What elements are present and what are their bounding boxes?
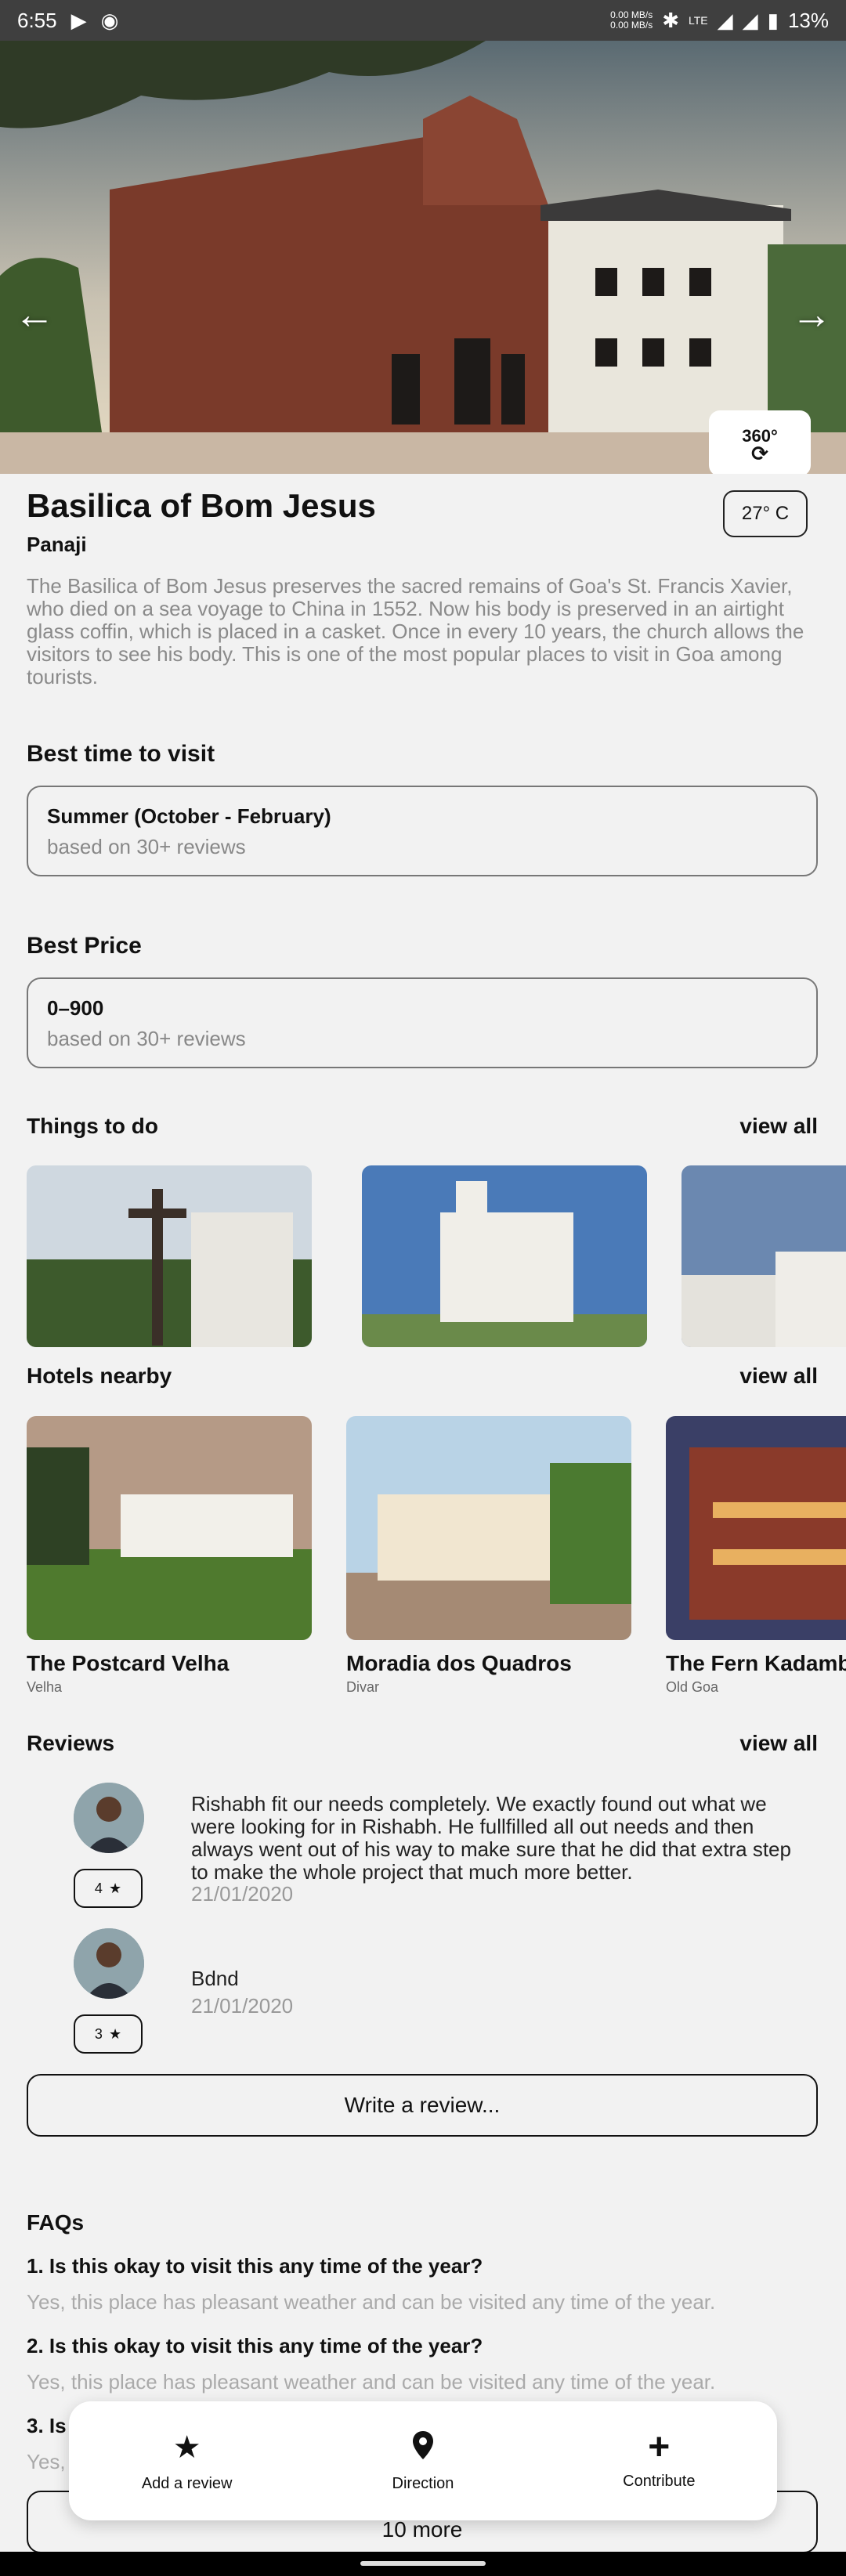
previous-image-arrow-icon[interactable]: ← xyxy=(14,291,55,338)
thing-to-do-card[interactable] xyxy=(682,1165,846,1347)
review-text: Bdnd xyxy=(191,1967,239,1990)
faq-question: 1. Is this okay to visit this any time o… xyxy=(27,2254,483,2278)
faqs-heading: FAQs xyxy=(27,2210,85,2235)
faq-answer: Yes, this place has pleasant weather and… xyxy=(27,2290,716,2314)
status-bar: 6:55 ▶ ◉ 0.00 MB/s 0.00 MB/s ✱ LTE ◢ ◢ ▮ … xyxy=(0,0,846,41)
star-icon: ★ xyxy=(172,2430,201,2465)
bluetooth-icon: ✱ xyxy=(662,8,679,32)
rating-badge: 3 ★ xyxy=(74,2014,143,2054)
reviews-view-all-link[interactable]: view all xyxy=(739,1731,818,1756)
contribute-action[interactable]: + Contribute xyxy=(580,2426,737,2491)
hotels-view-all-link[interactable]: view all xyxy=(739,1364,818,1389)
faq-answer: Yes, xyxy=(27,2450,66,2473)
star-icon: ★ xyxy=(108,2025,122,2042)
write-review-button[interactable]: Write a review... xyxy=(27,2074,818,2137)
best-price-value: 0–900 xyxy=(47,996,104,1020)
faq-question: 3. Is xyxy=(27,2414,67,2437)
direction-action[interactable]: Direction xyxy=(345,2430,501,2493)
hero-image: ← → 360° ⟳ xyxy=(0,41,846,474)
hotel-card-image[interactable] xyxy=(666,1416,846,1640)
hotel-name[interactable]: The Fern Kadambari xyxy=(666,1651,846,1676)
place-city: Panaji xyxy=(27,533,87,556)
hotel-card-image[interactable] xyxy=(346,1416,631,1640)
signal-icon-2: ◢ xyxy=(742,8,758,32)
things-to-do-view-all-link[interactable]: view all xyxy=(739,1114,818,1139)
network-speed: 0.00 MB/s 0.00 MB/s xyxy=(610,9,653,31)
hotel-location: Velha xyxy=(27,1679,63,1695)
hotel-name[interactable]: The Postcard Velha xyxy=(27,1651,229,1676)
hotel-location: Divar xyxy=(346,1679,380,1695)
plus-icon: + xyxy=(648,2426,671,2468)
review-date: 21/01/2020 xyxy=(191,1882,294,1906)
hotel-location: Old Goa xyxy=(666,1679,719,1695)
place-description: The Basilica of Bom Jesus preserves the … xyxy=(27,574,804,688)
best-price-card: 0–900 based on 30+ reviews xyxy=(27,977,818,1068)
battery-level: 13% xyxy=(787,8,829,32)
best-time-value: Summer (October - February) xyxy=(47,804,331,828)
youtube-icon: ▶ xyxy=(70,8,87,32)
temperature-badge: 27° C xyxy=(723,490,808,537)
reviews-heading: Reviews xyxy=(27,1731,115,1755)
network-type: LTE xyxy=(689,14,708,27)
best-price-heading: Best Price xyxy=(27,933,142,959)
place-title: Basilica of Bom Jesus xyxy=(27,487,376,524)
view-360-button[interactable]: 360° ⟳ xyxy=(709,410,811,474)
bottom-action-bar: ★ Add a review Direction + Contribute xyxy=(69,2401,777,2520)
things-to-do-heading: Things to do xyxy=(27,1114,158,1138)
thing-to-do-card[interactable] xyxy=(27,1165,312,1347)
reviews-header: Reviews view all xyxy=(27,1731,818,1756)
add-review-action[interactable]: ★ Add a review xyxy=(109,2430,266,2493)
next-image-arrow-icon[interactable]: → xyxy=(791,291,832,338)
battery-icon: ▮ xyxy=(767,8,779,32)
location-pin-icon xyxy=(411,2430,435,2466)
faq-answer: Yes, this place has pleasant weather and… xyxy=(27,2370,716,2394)
hotel-card-image[interactable] xyxy=(27,1416,312,1640)
system-nav-bar xyxy=(0,2552,846,2576)
avatar xyxy=(74,1928,144,1999)
best-time-heading: Best time to visit xyxy=(27,741,215,767)
record-icon: ◉ xyxy=(100,8,119,32)
review-text: Rishabh fit our needs completely. We exa… xyxy=(191,1792,791,1884)
review-date: 21/01/2020 xyxy=(191,1994,294,2018)
avatar xyxy=(74,1783,144,1853)
rating-badge: 4 ★ xyxy=(74,1869,143,1908)
signal-icon: ◢ xyxy=(717,8,733,32)
thing-to-do-card[interactable] xyxy=(362,1165,647,1347)
things-to-do-header: Things to do view all xyxy=(27,1114,818,1139)
rotate-360-icon: ⟳ xyxy=(751,442,768,465)
hotels-header: Hotels nearby view all xyxy=(27,1364,818,1389)
home-indicator[interactable] xyxy=(360,2561,486,2566)
status-time: 6:55 xyxy=(17,8,57,32)
faq-question: 2. Is this okay to visit this any time o… xyxy=(27,2334,483,2357)
star-icon: ★ xyxy=(108,1880,122,1896)
best-time-card: Summer (October - February) based on 30+… xyxy=(27,786,818,876)
hotel-name[interactable]: Moradia dos Quadros xyxy=(346,1651,572,1676)
best-time-sub: based on 30+ reviews xyxy=(47,835,246,858)
best-price-sub: based on 30+ reviews xyxy=(47,1027,246,1050)
hotels-heading: Hotels nearby xyxy=(27,1364,172,1388)
